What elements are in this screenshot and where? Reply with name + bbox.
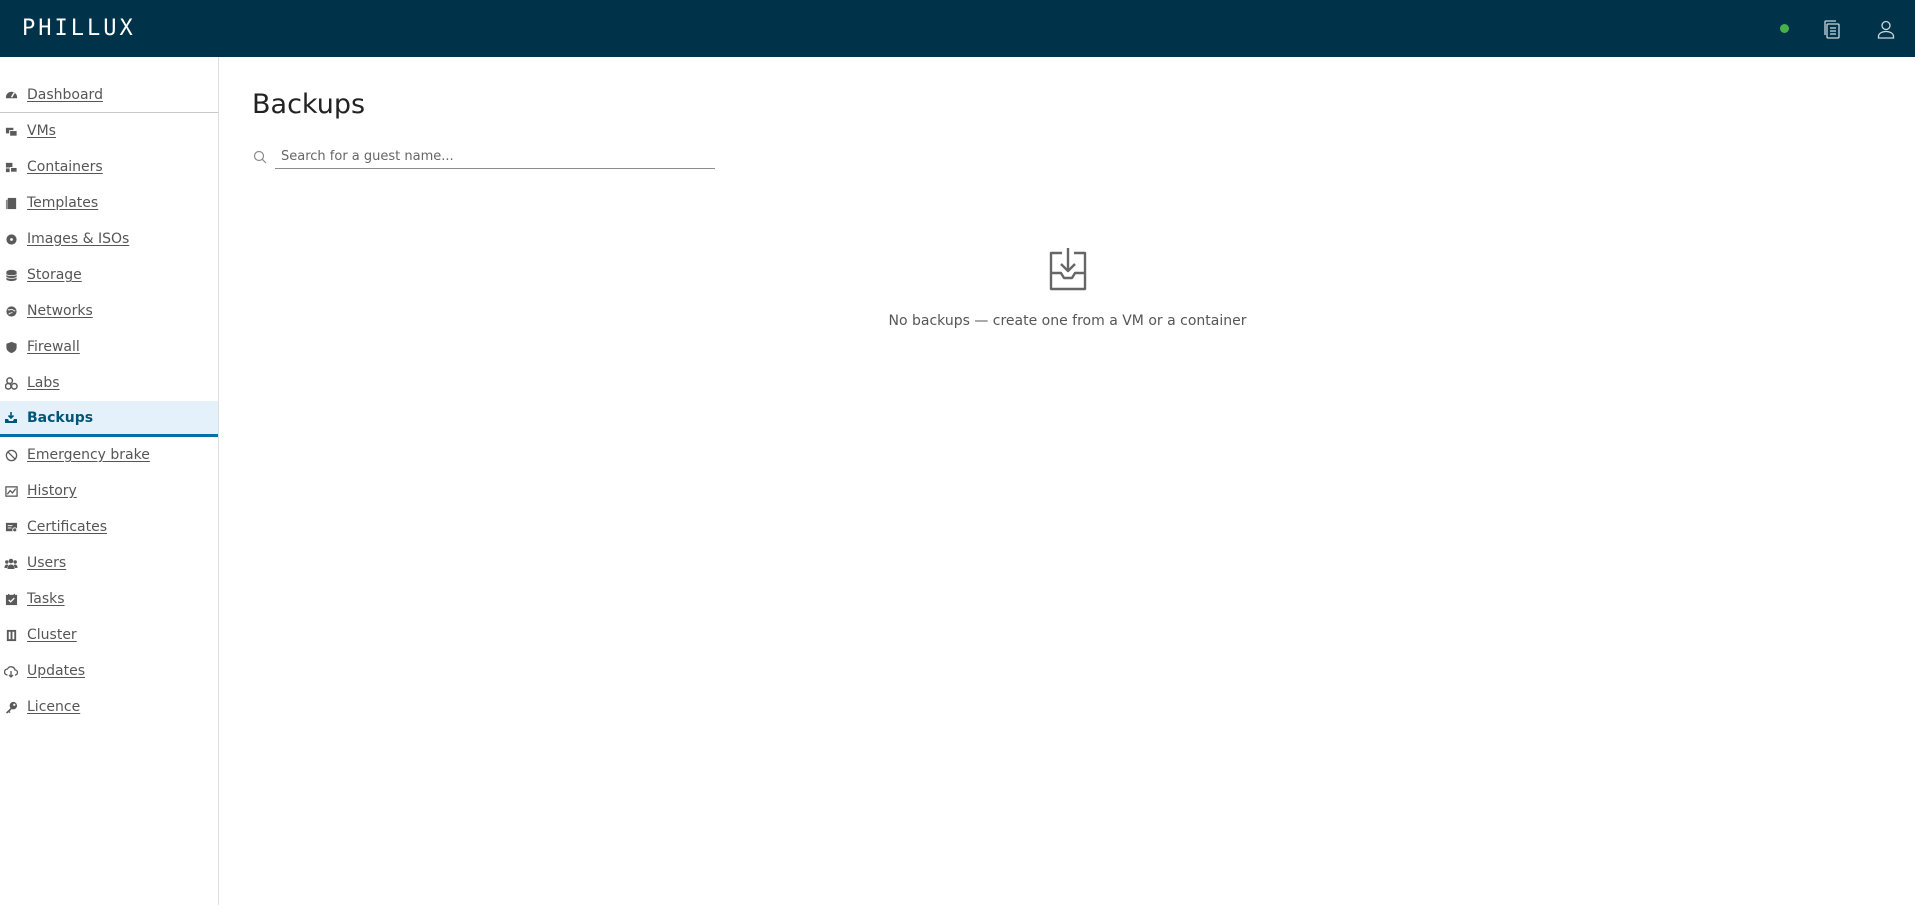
cluster-icon [4, 628, 18, 642]
containers-icon [4, 160, 18, 174]
firewall-icon [4, 340, 18, 354]
sidebar-item-dashboard[interactable]: Dashboard [0, 77, 218, 113]
sidebar: Dashboard VMs Containers Templates Image… [0, 57, 219, 905]
sidebar-item-containers[interactable]: Containers [0, 149, 218, 185]
sidebar-item-label: Dashboard [27, 86, 103, 103]
users-icon [4, 556, 18, 570]
sidebar-item-users[interactable]: Users [0, 545, 218, 581]
licence-icon [4, 700, 18, 714]
sidebar-item-images-isos[interactable]: Images & ISOs [0, 221, 218, 257]
storage-icon [4, 268, 18, 282]
sidebar-item-labs[interactable]: Labs [0, 365, 218, 401]
sidebar-item-label: VMs [27, 123, 56, 139]
sidebar-item-networks[interactable]: Networks [0, 293, 218, 329]
vms-icon [4, 124, 18, 138]
search-bar [252, 145, 1915, 169]
sidebar-item-history[interactable]: History [0, 473, 218, 509]
sidebar-item-label: Labs [27, 375, 60, 391]
page-title: Backups [252, 89, 366, 120]
sidebar-item-tasks[interactable]: Tasks [0, 581, 218, 617]
labs-icon [4, 376, 18, 390]
emergency-brake-icon [4, 448, 18, 462]
sidebar-item-label: Networks [27, 303, 93, 319]
top-bar: PHILLUX [0, 0, 1915, 57]
sidebar-item-label: Templates [27, 195, 99, 211]
sidebar-item-certificates[interactable]: Certificates [0, 509, 218, 545]
main-content: Backups No backups — create one from a V… [220, 57, 1915, 905]
tasks-icon [4, 592, 18, 606]
sidebar-item-label: Licence [27, 699, 81, 715]
sidebar-item-backups[interactable]: Backups [0, 401, 218, 437]
sidebar-item-label: History [27, 483, 77, 499]
dashboard-icon [4, 88, 18, 102]
sidebar-item-label: Containers [27, 159, 103, 175]
user-icon[interactable] [1875, 18, 1897, 40]
sidebar-item-label: Emergency brake [27, 447, 150, 463]
history-icon [4, 484, 18, 498]
sidebar-item-updates[interactable]: Updates [0, 653, 218, 689]
sidebar-item-label: Certificates [27, 519, 108, 535]
sidebar-item-label: Backups [27, 409, 94, 426]
backups-icon [4, 411, 18, 425]
top-actions [1780, 18, 1897, 40]
updates-icon [4, 664, 18, 678]
empty-state-message: No backups — create one from a VM or a c… [888, 313, 1247, 329]
sidebar-item-storage[interactable]: Storage [0, 257, 218, 293]
download-tray-icon [1046, 245, 1090, 293]
sidebar-item-templates[interactable]: Templates [0, 185, 218, 221]
sidebar-item-label: Firewall [27, 339, 80, 355]
empty-state: No backups — create one from a VM or a c… [220, 245, 1915, 329]
sidebar-item-label: Storage [27, 267, 82, 283]
status-dot [1780, 24, 1789, 33]
search-input[interactable] [275, 145, 715, 169]
sidebar-item-vms[interactable]: VMs [0, 113, 218, 149]
sidebar-item-label: Cluster [27, 627, 77, 643]
sidebar-item-label: Tasks [27, 591, 65, 607]
sidebar-item-label: Images & ISOs [27, 231, 130, 247]
sidebar-item-licence[interactable]: Licence [0, 689, 218, 725]
sidebar-item-label: Updates [27, 663, 85, 679]
tasks-list-icon[interactable] [1821, 18, 1843, 40]
sidebar-item-emergency-brake[interactable]: Emergency brake [0, 437, 218, 473]
certificates-icon [4, 520, 18, 534]
search-icon [252, 149, 268, 165]
images-isos-icon [4, 232, 18, 246]
templates-icon [4, 196, 18, 210]
networks-icon [4, 304, 18, 318]
sidebar-item-cluster[interactable]: Cluster [0, 617, 218, 653]
sidebar-item-firewall[interactable]: Firewall [0, 329, 218, 365]
brand-logo[interactable]: PHILLUX [22, 16, 136, 41]
sidebar-item-label: Users [27, 555, 67, 571]
